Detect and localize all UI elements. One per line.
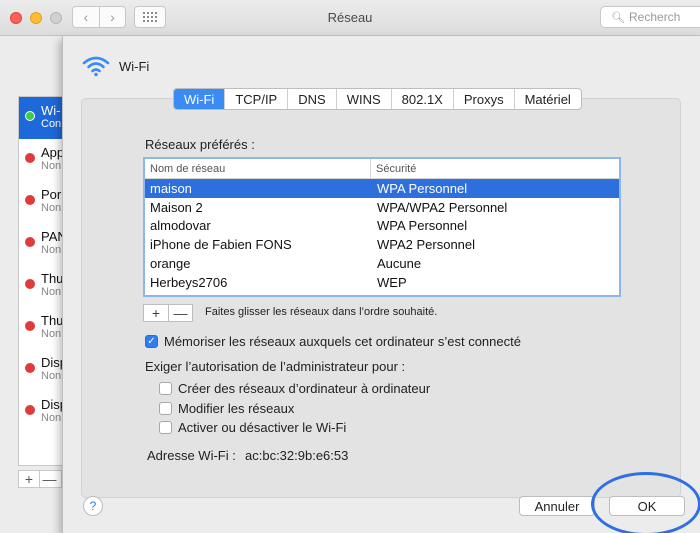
table-row[interactable]: Maison 2 WPA/WPA2 Personnel (145, 198, 619, 217)
network-security: WEP (377, 274, 407, 290)
wifi-address-label: Adresse Wi-Fi : (147, 448, 236, 463)
service-status: Non (41, 412, 62, 424)
network-name: Maison 2 (150, 199, 203, 215)
toggle-wifi-label: Activer ou désactiver le Wi-Fi (178, 420, 347, 435)
network-list-controls: + — (143, 304, 193, 322)
network-services-list: Wi- Con App Non Por Non PAN Non Thu Non … (18, 96, 62, 466)
service-status: Con (41, 118, 62, 130)
service-item[interactable]: Thu Non (19, 265, 62, 307)
window-title: Réseau (327, 10, 373, 25)
service-name: App (41, 145, 62, 160)
table-row[interactable]: Herbeys2706 WEP (145, 273, 619, 292)
network-security: Aucune (377, 256, 422, 272)
table-row[interactable]: almodovar WPA Personnel (145, 217, 619, 236)
table-header: Nom de réseau Sécurité (145, 159, 619, 179)
modify-networks-checkbox[interactable] (159, 402, 172, 415)
cancel-button[interactable]: Annuler (519, 496, 595, 516)
remember-networks-checkbox[interactable]: ✓ (145, 335, 158, 348)
table-row[interactable]: maison WPA Personnel (145, 179, 619, 198)
ok-button[interactable]: OK (609, 496, 685, 516)
status-dot-icon (25, 237, 35, 247)
admin-option-toggle[interactable]: Activer ou désactiver le Wi-Fi (159, 420, 346, 435)
tab-bar: Wi-Fi TCP/IP DNS WINS 802.1X Proxys Maté… (173, 88, 582, 110)
service-item[interactable]: Por Non (19, 181, 62, 223)
preferred-networks-label: Réseaux préférés : (145, 137, 255, 152)
table-row[interactable]: orange Aucune (145, 254, 619, 273)
admin-option-create[interactable]: Créer des réseaux d’ordinateur à ordinat… (159, 381, 430, 396)
tab-proxys[interactable]: Proxys (452, 89, 514, 109)
network-security: WPA Personnel (377, 218, 468, 234)
window-titlebar: ‹ › Réseau 🔍︎ Recherch (0, 0, 700, 36)
sheet-title: Wi-Fi (119, 58, 150, 74)
tab-wifi[interactable]: Wi-Fi (174, 89, 225, 109)
drag-hint: Faites glisser les réseaux dans l’ordre … (205, 306, 438, 318)
tab-tcpip[interactable]: TCP/IP (224, 89, 287, 109)
table-row[interactable]: iPhone de Fabien FONS WPA2 Personnel (145, 235, 619, 254)
service-item[interactable]: Disp Non (19, 349, 62, 391)
status-dot-icon (25, 363, 35, 373)
tab-dns[interactable]: DNS (287, 89, 335, 109)
service-name: Disp (41, 397, 62, 412)
service-status: Non (41, 286, 62, 298)
network-name: almodovar (150, 218, 211, 234)
network-security: WPA Personnel (377, 180, 468, 196)
service-name: Por (41, 187, 62, 202)
wifi-address-value: ac:bc:32:9b:e6:53 (245, 448, 349, 463)
add-network-button[interactable]: + (144, 305, 168, 321)
search-icon: 🔍︎ (611, 12, 625, 24)
preferred-networks-table[interactable]: Nom de réseau Sécurité maison WPA Person… (143, 157, 621, 297)
tab-materiel[interactable]: Matériel (513, 89, 581, 109)
service-item[interactable]: Wi- Con (19, 97, 62, 139)
column-header-security[interactable]: Sécurité (371, 159, 416, 178)
status-dot-icon (25, 321, 35, 331)
admin-option-modify[interactable]: Modifier les réseaux (159, 401, 294, 416)
help-button[interactable]: ? (83, 496, 103, 516)
wifi-icon (82, 56, 110, 77)
network-name: maison (150, 180, 192, 196)
service-name: Thu (41, 271, 62, 286)
service-status: Non (41, 244, 62, 256)
create-networks-checkbox[interactable] (159, 382, 172, 395)
network-name: Herbeys2706 (150, 274, 228, 290)
admin-auth-label: Exiger l’autorisation de l’administrateu… (145, 359, 406, 374)
create-networks-label: Créer des réseaux d’ordinateur à ordinat… (178, 381, 431, 396)
remove-network-button[interactable]: — (168, 305, 192, 321)
toggle-wifi-checkbox[interactable] (159, 421, 172, 434)
add-service-button[interactable]: + (19, 471, 39, 487)
remove-service-button[interactable]: — (39, 471, 59, 487)
tab-wins[interactable]: WINS (335, 89, 391, 109)
service-list-controls: + — (18, 470, 62, 488)
service-item[interactable]: App Non (19, 139, 62, 181)
search-input[interactable]: 🔍︎ Recherch (600, 6, 700, 28)
status-dot-icon (25, 279, 35, 289)
status-dot-icon (25, 153, 35, 163)
modify-networks-label: Modifier les réseaux (178, 401, 295, 416)
service-status: Non (41, 202, 62, 214)
network-security: WPA/WPA2 Personnel (377, 199, 508, 215)
service-status: Non (41, 160, 62, 172)
search-placeholder: Recherch (629, 10, 681, 24)
status-dot-icon (25, 111, 35, 121)
network-name: iPhone de Fabien FONS (150, 237, 292, 253)
service-item[interactable]: Disp Non (19, 391, 62, 433)
remember-networks-option[interactable]: ✓ Mémoriser les réseaux auxquels cet ord… (145, 334, 521, 349)
sheet-header: Wi-Fi (81, 54, 149, 78)
service-name: PAN (41, 229, 62, 244)
service-status: Non (41, 328, 62, 340)
column-header-name[interactable]: Nom de réseau (145, 159, 371, 178)
network-security: WPA2 Personnel (377, 237, 476, 253)
service-status: Non (41, 370, 62, 382)
service-name: Wi- (41, 103, 61, 118)
service-name: Disp (41, 355, 62, 370)
network-name: orange (150, 256, 191, 272)
tab-8021x[interactable]: 802.1X (390, 89, 453, 109)
service-item[interactable]: Thu Non (19, 307, 62, 349)
remember-networks-label: Mémoriser les réseaux auxquels cet ordin… (164, 334, 521, 349)
status-dot-icon (25, 195, 35, 205)
service-item[interactable]: PAN Non (19, 223, 62, 265)
wifi-advanced-sheet: Wi-Fi Wi-Fi TCP/IP DNS WINS 802.1X Proxy… (62, 36, 700, 533)
service-name: Thu (41, 313, 62, 328)
status-dot-icon (25, 405, 35, 415)
